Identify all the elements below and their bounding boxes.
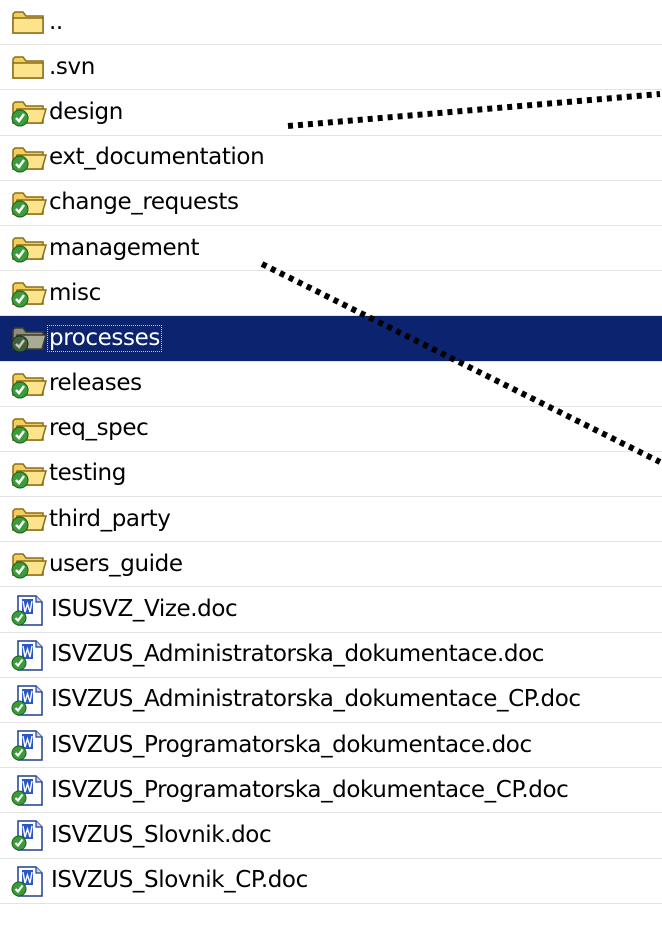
svn-folder-icon: [10, 96, 48, 128]
list-item-design[interactable]: design: [0, 90, 662, 136]
list-item-management[interactable]: management: [0, 226, 662, 272]
item-label: ISVZUS_Programatorska_dokumentace.doc: [51, 731, 532, 758]
svn-word-doc-icon: [10, 639, 48, 671]
list-item-doc[interactable]: ISVZUS_Administratorska_dokumentace_CP.d…: [0, 678, 662, 723]
item-label: releases: [49, 370, 142, 397]
svn-word-doc-icon: [10, 819, 48, 852]
svn-word-doc-icon: [10, 684, 48, 716]
list-item-doc[interactable]: ISVZUS_Slovnik.doc: [0, 813, 662, 859]
item-label: ..: [49, 8, 63, 35]
list-item-doc[interactable]: ISUSVZ_Vize.doc: [0, 587, 662, 633]
item-label: misc: [49, 279, 101, 306]
svn-folder-icon: [10, 548, 48, 580]
list-item-third-party[interactable]: third_party: [0, 497, 662, 543]
item-label: change_requests: [49, 189, 239, 216]
svn-folder-icon: [10, 503, 48, 535]
list-item-svn-folder[interactable]: .svn: [0, 45, 662, 91]
svn-folder-icon: [10, 277, 48, 309]
item-label: ISVZUS_Administratorska_dokumentace.doc: [51, 641, 545, 668]
list-item-parent-dir[interactable]: ..: [0, 0, 662, 46]
list-item-testing[interactable]: testing: [0, 452, 662, 498]
svn-folder-icon: [10, 232, 48, 264]
item-label: design: [49, 98, 123, 125]
svn-folder-icon: [10, 413, 48, 445]
item-label: .svn: [49, 53, 95, 80]
svn-word-doc-icon: [10, 594, 48, 626]
item-label: testing: [49, 460, 126, 487]
folder-icon: [10, 51, 48, 83]
list-item-doc[interactable]: ISVZUS_Slovnik_CP.doc: [0, 859, 662, 904]
item-label: ISVZUS_Programatorska_dokumentace_CP.doc: [51, 776, 569, 803]
item-label: req_spec: [49, 415, 149, 442]
svn-word-doc-icon: [10, 774, 48, 807]
svn-folder-icon: [10, 368, 48, 400]
list-item-misc[interactable]: misc: [0, 271, 662, 317]
file-list: .. .svn design ext_documentation change_…: [0, 0, 662, 904]
item-label: ext_documentation: [49, 144, 265, 171]
item-label: ISVZUS_Administratorska_dokumentace_CP.d…: [51, 686, 581, 713]
list-item-doc[interactable]: ISVZUS_Programatorska_dokumentace_CP.doc: [0, 768, 662, 814]
svn-folder-icon: [10, 322, 48, 354]
svn-folder-icon: [10, 187, 48, 219]
item-label: users_guide: [49, 550, 183, 577]
item-label: ISVZUS_Slovnik_CP.doc: [51, 867, 308, 894]
list-item-change-requests[interactable]: change_requests: [0, 181, 662, 226]
svn-folder-icon: [10, 142, 48, 174]
svn-folder-icon: [10, 458, 48, 490]
item-label: management: [49, 234, 200, 261]
list-item-doc[interactable]: ISVZUS_Programatorska_dokumentace.doc: [0, 723, 662, 769]
svn-word-doc-icon: [10, 865, 48, 897]
svn-word-doc-icon: [10, 729, 48, 761]
item-label: ISVZUS_Slovnik.doc: [51, 821, 272, 848]
folder-icon: [10, 6, 48, 38]
list-item-req-spec[interactable]: req_spec: [0, 407, 662, 452]
list-item-ext-documentation[interactable]: ext_documentation: [0, 136, 662, 181]
list-item-doc[interactable]: ISVZUS_Administratorska_dokumentace.doc: [0, 633, 662, 678]
item-label: processes: [47, 324, 162, 352]
list-item-processes-selected[interactable]: processes: [0, 316, 662, 362]
list-item-users-guide[interactable]: users_guide: [0, 542, 662, 588]
item-label: ISUSVZ_Vize.doc: [51, 596, 238, 623]
item-label: third_party: [49, 505, 171, 532]
list-item-releases[interactable]: releases: [0, 362, 662, 407]
